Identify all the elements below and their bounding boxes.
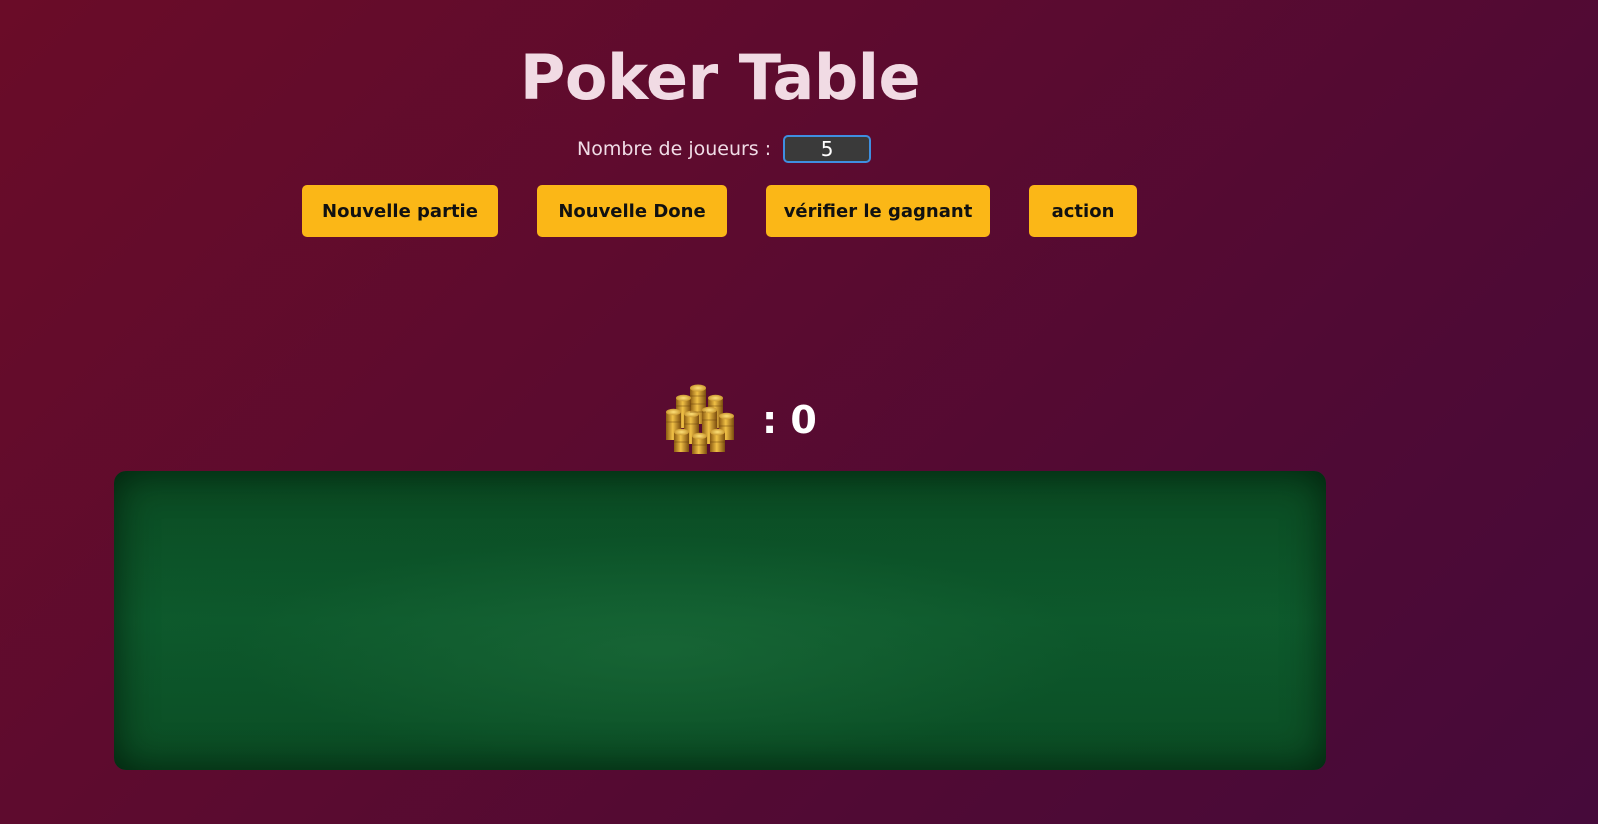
player-count-input[interactable]	[783, 135, 872, 163]
pot-amount: : 0	[762, 398, 817, 442]
new-deal-button[interactable]: Nouvelle Done	[537, 185, 727, 237]
action-button[interactable]: action	[1029, 185, 1137, 237]
new-game-button[interactable]: Nouvelle partie	[302, 185, 498, 237]
player-count-row: Nombre de joueurs :	[577, 135, 872, 163]
poker-table-felt	[114, 471, 1326, 770]
page-title: Poker Table	[519, 41, 921, 114]
coin-stack-icon	[666, 384, 734, 454]
pot-display: : 0	[662, 382, 817, 458]
check-winner-button[interactable]: vérifier le gagnant	[766, 185, 990, 237]
player-count-label: Nombre de joueurs :	[577, 138, 772, 160]
